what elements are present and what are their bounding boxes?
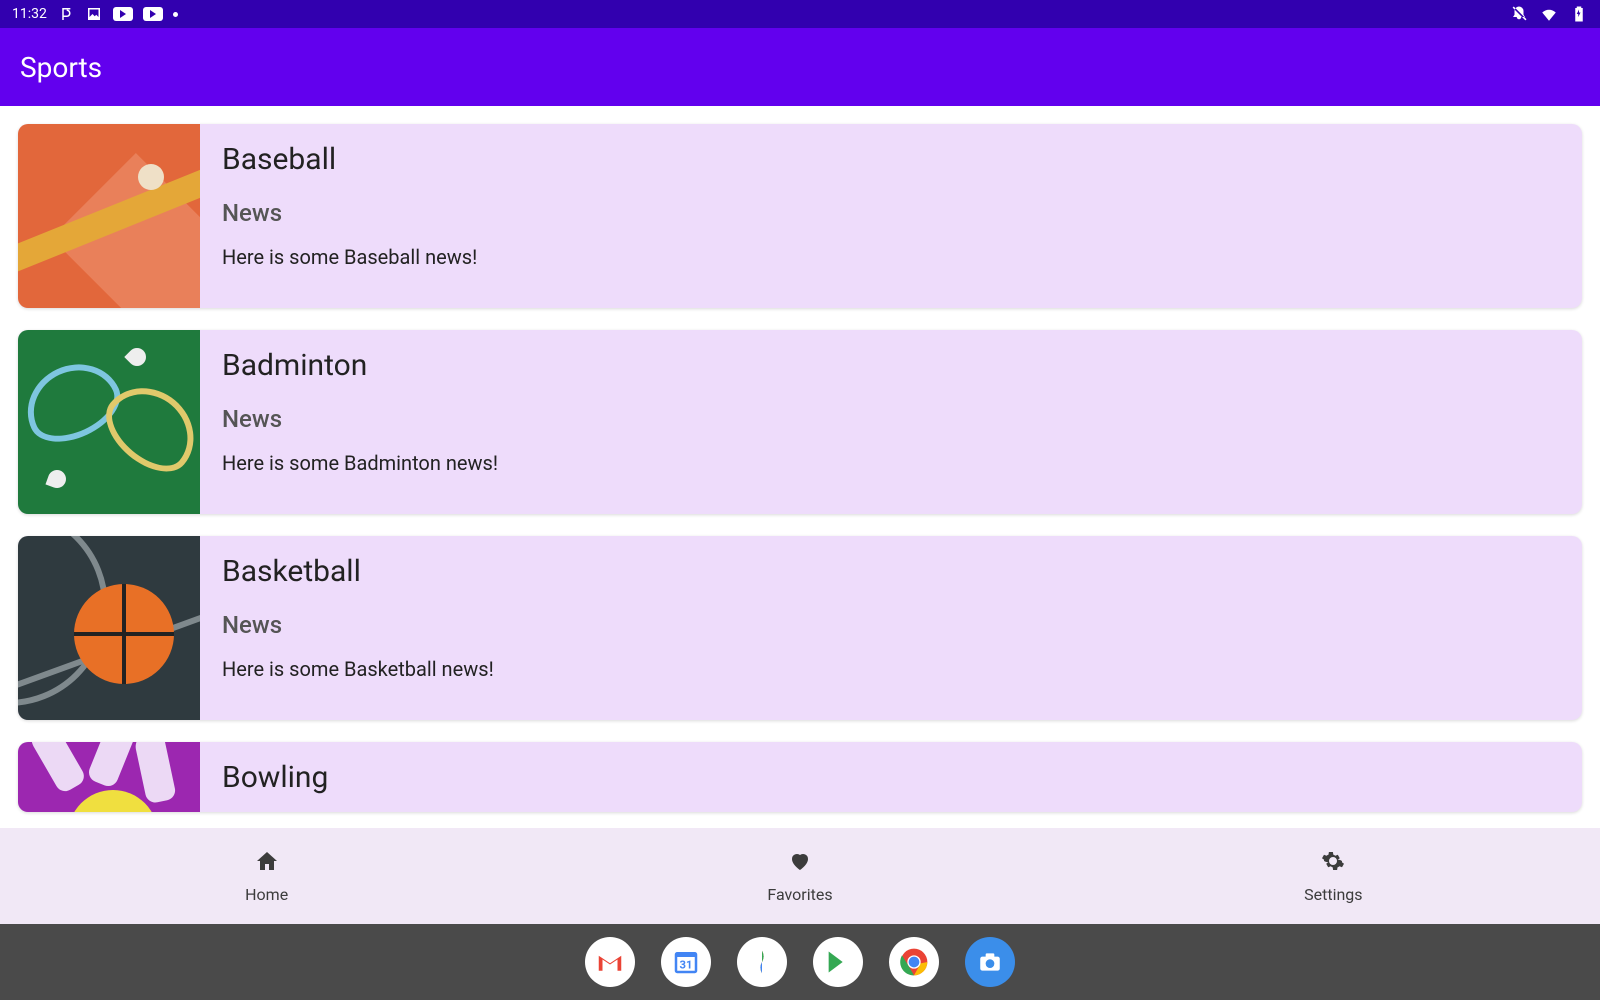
home-icon — [255, 849, 279, 877]
card-title: Bowling — [222, 760, 328, 795]
android-status-bar: 11:32 — [0, 0, 1600, 28]
card-body: Here is some Badminton news! — [222, 451, 498, 475]
calendar-app-icon[interactable]: 31 — [661, 937, 711, 987]
card-subtitle: News — [222, 199, 477, 227]
basketball-image — [18, 536, 200, 720]
photos-app-icon[interactable] — [737, 937, 787, 987]
system-dock: 31 — [0, 924, 1600, 1000]
card-body: Here is some Baseball news! — [222, 245, 477, 269]
app-bar: Sports — [0, 28, 1600, 106]
sports-list: Baseball News Here is some Baseball news… — [0, 106, 1600, 812]
nav-label: Favorites — [767, 885, 832, 904]
gear-icon — [1321, 849, 1345, 877]
svg-text:31: 31 — [680, 958, 693, 971]
list-item[interactable]: Baseball News Here is some Baseball news… — [18, 124, 1582, 308]
battery-charging-icon — [1570, 5, 1588, 23]
gmail-app-icon[interactable] — [585, 937, 635, 987]
card-subtitle: News — [222, 611, 494, 639]
bowling-image — [18, 742, 200, 812]
chrome-app-icon[interactable] — [889, 937, 939, 987]
play-store-app-icon[interactable] — [813, 937, 863, 987]
status-time: 11:32 — [12, 6, 47, 22]
nav-label: Settings — [1304, 885, 1362, 904]
camera-app-icon[interactable] — [965, 937, 1015, 987]
youtube-notification-icon — [143, 7, 163, 21]
card-subtitle: News — [222, 405, 498, 433]
card-title: Badminton — [222, 348, 498, 383]
list-item[interactable]: Basketball News Here is some Basketball … — [18, 536, 1582, 720]
nav-favorites[interactable]: Favorites — [533, 828, 1066, 924]
list-item[interactable]: Badminton News Here is some Badminton ne… — [18, 330, 1582, 514]
list-item[interactable]: Bowling — [18, 742, 1582, 812]
samsung-pay-icon — [57, 5, 75, 23]
nav-home[interactable]: Home — [0, 828, 533, 924]
wifi-icon — [1540, 5, 1558, 23]
card-title: Baseball — [222, 142, 477, 177]
card-title: Basketball — [222, 554, 494, 589]
heart-icon — [788, 849, 812, 877]
nav-settings[interactable]: Settings — [1067, 828, 1600, 924]
youtube-notification-icon — [113, 7, 133, 21]
image-notification-icon — [85, 5, 103, 23]
bottom-navigation: Home Favorites Settings — [0, 828, 1600, 924]
dnd-off-icon — [1510, 5, 1528, 23]
card-body: Here is some Basketball news! — [222, 657, 494, 681]
more-notifications-dot — [173, 12, 178, 17]
baseball-image — [18, 124, 200, 308]
page-title: Sports — [20, 51, 102, 84]
nav-label: Home — [245, 885, 288, 904]
content-scroll[interactable]: Baseball News Here is some Baseball news… — [0, 106, 1600, 828]
badminton-image — [18, 330, 200, 514]
